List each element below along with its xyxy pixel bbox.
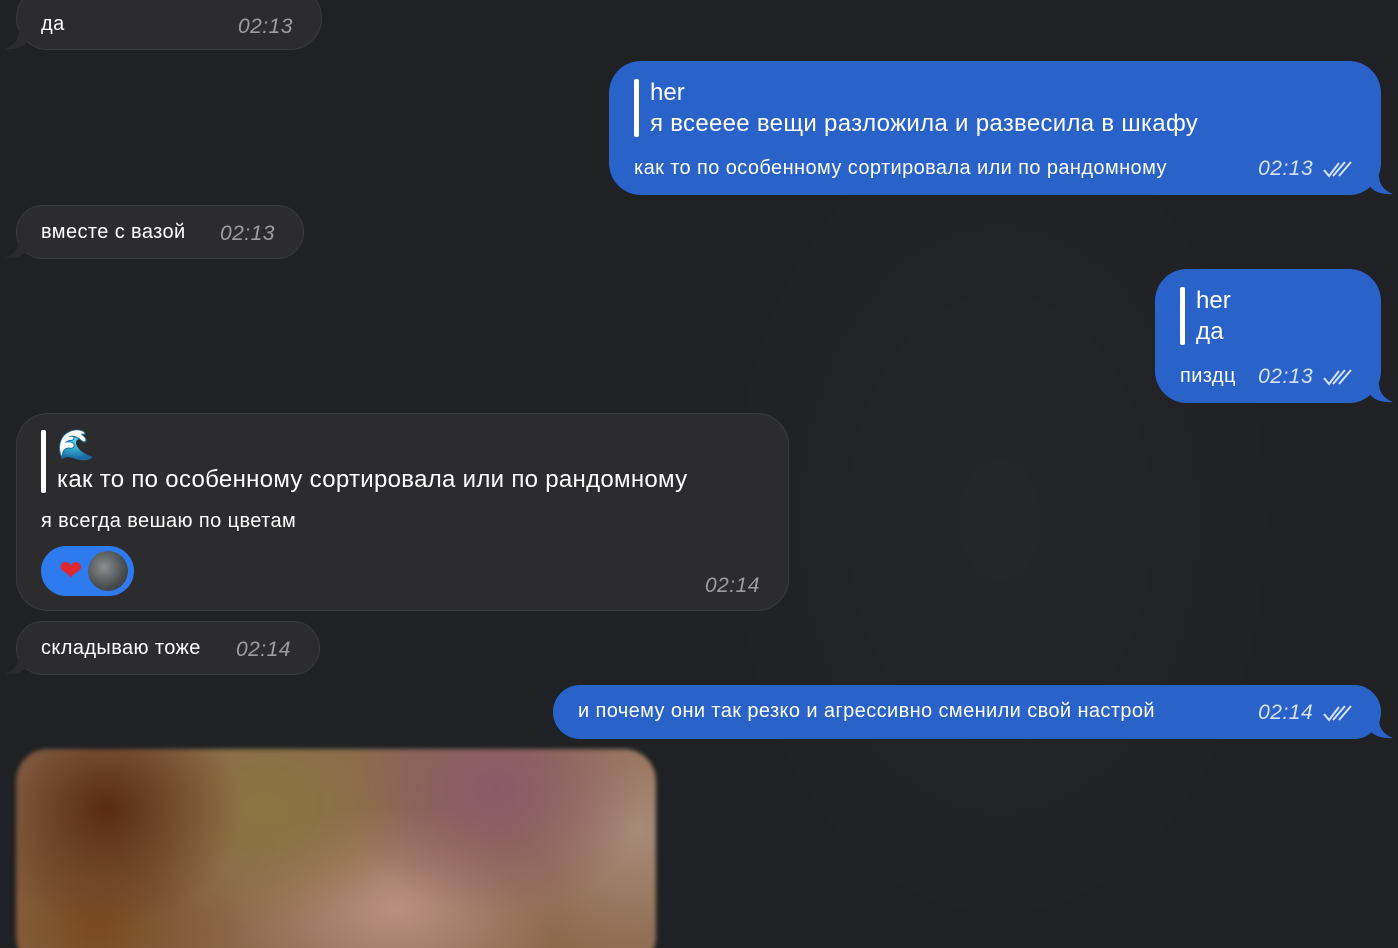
message-meta: 02:14 [1258,699,1353,726]
bubble-tail-icon [5,30,29,50]
reply-quote[interactable]: her я всееее вещи разложила и развесила … [634,77,1198,139]
message-photo[interactable] [16,749,656,948]
message-incoming[interactable]: складываю тоже 02:14 [5,621,320,675]
message-time: 02:14 [235,638,291,661]
message-text: да [41,13,65,35]
reply-quote[interactable]: 🌊 как то по особенному сортировала или п… [41,428,687,495]
message-text: пиздц [1180,365,1236,387]
message-text: как то по особенному сортировала или по … [634,157,1167,179]
reply-text: да [1196,318,1224,346]
message-time: 02:13 [219,222,275,245]
double-check-icon [1323,369,1352,387]
message-time: 02:14 [1258,701,1314,724]
message-text: я всегда вешаю по цветам [41,510,297,532]
message-time: 02:13 [1258,365,1314,388]
message-outgoing[interactable]: и почему они так резко и агрессивно смен… [553,685,1393,739]
message-outgoing[interactable]: her я всееее вещи разложила и развесила … [609,61,1393,195]
reply-author: her [650,79,685,106]
message-meta: 02:13 [1258,155,1353,182]
message-text: и почему они так резко и агрессивно смен… [578,700,1156,722]
message-outgoing[interactable]: her да пиздц 02:13 [1155,269,1393,403]
reply-text: я всееее вещи разложила и развесила в шк… [650,110,1199,138]
double-check-icon [1323,705,1352,723]
double-check-icon [1323,161,1352,179]
reply-author: 🌊 [57,429,95,462]
reactor-avatar[interactable] [88,551,129,591]
heart-icon: ❤ [59,555,83,586]
message-incoming[interactable]: да 02:13 [5,0,322,50]
chat-view: да 02:13 her я всееее вещи разложила и р… [0,0,1398,948]
reply-text: как то по особенному сортировала или по … [57,466,688,493]
bubble-tail-icon [1369,175,1393,195]
message-time: 02:13 [237,15,293,38]
bubble-tail-icon [1369,383,1393,403]
reply-quote[interactable]: her да [1180,285,1231,347]
reactions-pill[interactable]: ❤ [41,546,135,596]
message-text: складываю тоже [41,637,201,659]
message-text: вместе с вазой [41,221,186,243]
reply-author: her [1196,287,1231,314]
bubble-tail-icon [5,239,29,259]
message-time: 02:14 [704,574,760,597]
message-incoming[interactable]: 🌊 как то по особенному сортировала или п… [16,413,789,611]
bubble-tail-icon [1369,719,1393,739]
message-time: 02:13 [1258,157,1314,180]
message-incoming[interactable]: вместе с вазой 02:13 [5,205,304,259]
bubble-tail-icon [5,655,29,675]
message-meta: 02:13 [1258,363,1353,390]
